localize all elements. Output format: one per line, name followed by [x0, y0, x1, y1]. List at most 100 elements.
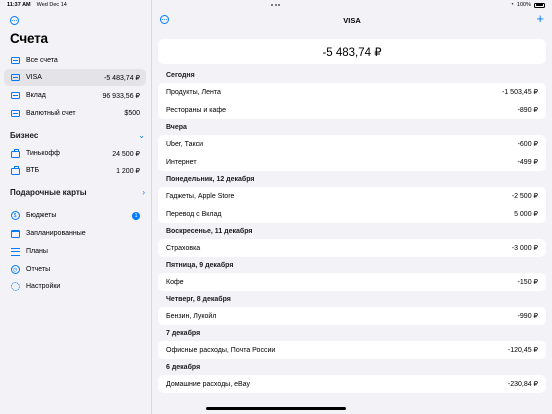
account-balance: 96 933,56 ₽ [102, 92, 140, 100]
briefcase-icon [10, 148, 20, 159]
account-balance: 1 200 ₽ [116, 167, 140, 175]
date-header: Сегодня [166, 71, 195, 79]
date-header: 6 декабря [166, 363, 201, 371]
transaction-amount: -230,84 ₽ [507, 381, 538, 388]
card-icon [10, 91, 20, 101]
transaction-name: Бензин, Лукойл [166, 312, 217, 320]
transaction-name: Офисные расходы, Почта России [166, 346, 276, 354]
transaction-row[interactable]: Страховка -3 000 ₽ [158, 239, 546, 257]
clock-icon: ◷ [10, 265, 20, 275]
add-icon[interactable]: + [536, 11, 544, 26]
battery-percent: 100% [516, 2, 531, 8]
transaction-row[interactable]: Рестораны и кафе -890 ₽ [158, 101, 546, 119]
transaction-amount: -990 ₽ [517, 313, 538, 320]
account-label: Валютный счет [26, 110, 76, 117]
chevron-right-icon[interactable]: › [142, 188, 145, 197]
date-header: Воскресенье, 11 декабря [166, 227, 253, 235]
transaction-amount: 5 000 ₽ [514, 211, 538, 218]
section-title: Бизнес [10, 130, 39, 140]
transaction-row[interactable]: Продукты, Лента -1 503,45 ₽ [158, 83, 546, 101]
status-time: 11:37 AM [7, 2, 31, 8]
calendar-icon [10, 229, 20, 239]
home-indicator[interactable] [206, 407, 346, 410]
sidebar-item-tinkoff[interactable]: Тинькофф 24 500 ₽ [4, 145, 146, 162]
nav-label: Настройки [26, 283, 61, 290]
account-label: VISA [26, 74, 42, 81]
card-icon [10, 109, 20, 119]
date-header: 7 декабря [166, 329, 201, 337]
status-date: Wed Dec 14 [36, 2, 67, 8]
card-icon [10, 56, 20, 66]
sidebar-item-settings[interactable]: Настройки [4, 278, 146, 295]
main-pane: VISA + -5 483,74 ₽ Сегодня Продукты, Лен… [152, 0, 552, 414]
account-balance: -5 483,74 ₽ [104, 74, 140, 82]
sidebar-item-reports[interactable]: ◷ Отчеты [4, 261, 146, 278]
transaction-amount: -3 000 ₽ [511, 245, 538, 252]
nav-label: Бюджеты [26, 212, 57, 219]
account-balance: 24 500 ₽ [112, 150, 140, 158]
sidebar-item-deposit[interactable]: Вклад 96 933,56 ₽ [4, 87, 146, 104]
briefcase-icon [10, 165, 20, 176]
date-header: Пятница, 9 декабря [166, 261, 234, 269]
transaction-name: Гаджеты, Apple Store [166, 192, 235, 200]
balance-value: -5 483,74 ₽ [322, 46, 382, 59]
transaction-list: Сегодня Продукты, Лента -1 503,45 ₽ Рест… [158, 67, 546, 393]
transaction-row[interactable]: Uber, Такси -600 ₽ [158, 135, 546, 153]
nav-label: Запланированные [26, 230, 86, 237]
transaction-amount: -120,45 ₽ [507, 347, 538, 354]
notification-badge: 1 [132, 211, 140, 220]
balance-card: -5 483,74 ₽ [158, 39, 546, 64]
sidebar-item-vtb[interactable]: ВТБ 1 200 ₽ [4, 162, 146, 179]
multitasking-dots-icon[interactable] [271, 4, 280, 6]
nav-label: Планы [26, 248, 48, 255]
transaction-name: Домашние расходы, eBay [166, 380, 251, 388]
transaction-name: Страховка [166, 244, 201, 252]
nav-label: Отчеты [26, 266, 51, 273]
transaction-amount: -499 ₽ [517, 159, 538, 166]
chevron-down-icon[interactable]: ⌄ [138, 131, 145, 140]
gear-icon [10, 282, 20, 292]
transaction-amount: -150 ₽ [517, 279, 538, 286]
more-icon[interactable] [160, 15, 169, 24]
transaction-row[interactable]: Перевод с Вклад 5 000 ₽ [158, 205, 546, 223]
account-label: Вклад [26, 92, 46, 99]
transaction-row[interactable]: Домашние расходы, eBay -230,84 ₽ [158, 375, 546, 393]
transaction-name: Кофе [166, 278, 184, 286]
wifi-icon: ◔ [510, 2, 514, 8]
sidebar-item-all-accounts[interactable]: Все счета [4, 52, 146, 69]
transaction-row[interactable]: Интернет -499 ₽ [158, 153, 546, 171]
transaction-row[interactable]: Кофе -150 ₽ [158, 273, 546, 291]
section-title: Подарочные карты [10, 187, 87, 197]
transaction-amount: -890 ₽ [517, 107, 538, 114]
dollar-circle-icon: $ [10, 211, 20, 221]
transaction-amount: -600 ₽ [517, 141, 538, 148]
date-header: Понедельник, 12 декабря [166, 175, 255, 183]
account-balance: $500 [124, 110, 140, 117]
transaction-name: Перевод с Вклад [166, 210, 222, 218]
section-gift-cards[interactable]: Подарочные карты › [10, 185, 145, 199]
date-header: Четверг, 8 декабря [166, 295, 231, 303]
battery-icon [534, 2, 545, 8]
transaction-amount: -2 500 ₽ [511, 193, 538, 200]
transaction-name: Продукты, Лента [166, 88, 221, 96]
date-header: Вчера [166, 123, 187, 131]
sidebar-title: Счета [10, 31, 48, 46]
transaction-name: Uber, Такси [166, 140, 204, 148]
transaction-name: Рестораны и кафе [166, 106, 227, 114]
sidebar-item-plans[interactable]: Планы [4, 243, 146, 260]
sidebar-item-currency-account[interactable]: Валютный счет $500 [4, 105, 146, 122]
card-icon [10, 73, 20, 83]
sidebar-item-scheduled[interactable]: Запланированные [4, 225, 146, 242]
more-icon[interactable] [10, 16, 19, 25]
account-label: Все счета [26, 57, 58, 64]
transaction-row[interactable]: Бензин, Лукойл -990 ₽ [158, 307, 546, 325]
nav-bar: VISA + [152, 11, 552, 28]
transaction-row[interactable]: Офисные расходы, Почта России -120,45 ₽ [158, 341, 546, 359]
list-icon [10, 247, 20, 257]
transaction-name: Интернет [166, 158, 197, 166]
transaction-row[interactable]: Гаджеты, Apple Store -2 500 ₽ [158, 187, 546, 205]
sidebar-item-visa[interactable]: VISA -5 483,74 ₽ [4, 69, 146, 86]
sidebar-item-budgets[interactable]: $ Бюджеты 1 [4, 207, 146, 224]
section-business[interactable]: Бизнес ⌄ [10, 128, 145, 142]
sidebar: Счета Все счета VISA -5 483,74 ₽ Вклад 9… [0, 0, 152, 414]
